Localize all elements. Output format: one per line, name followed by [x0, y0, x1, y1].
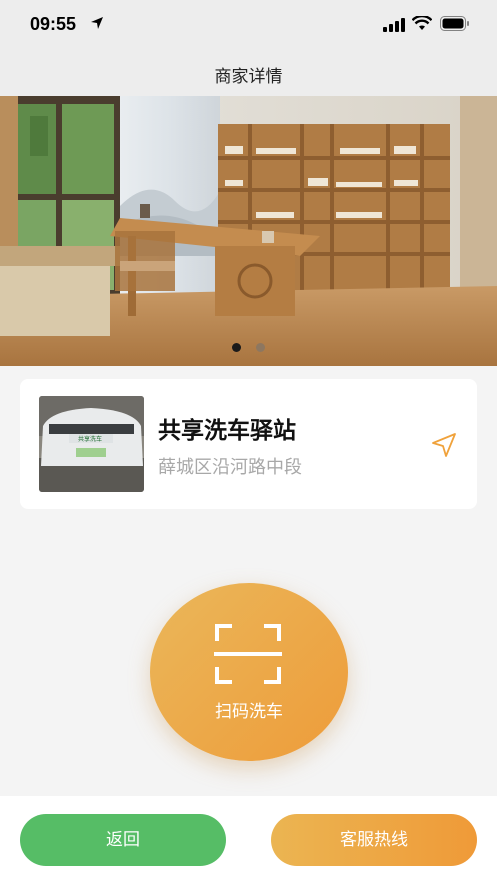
- carousel-indicator: [0, 337, 497, 356]
- scan-icon: [214, 624, 282, 684]
- scan-wash-label: 扫码洗车: [215, 702, 283, 722]
- status-time: 09:55: [30, 14, 77, 34]
- back-button[interactable]: 返回: [20, 814, 226, 866]
- merchant-thumbnail: 共享洗车: [39, 396, 144, 492]
- carousel-dot-1[interactable]: [231, 343, 241, 352]
- bottom-action-bar: 返回 客服热线: [0, 796, 497, 883]
- navigate-icon[interactable]: [430, 431, 458, 459]
- merchant-card: 共享洗车 共享洗车驿站 薛城区沿河路中段: [20, 379, 477, 509]
- signal-icon: [383, 18, 405, 32]
- wifi-icon: [412, 16, 432, 30]
- page-title: 商家详情: [214, 67, 283, 87]
- merchant-address: 薛城区沿河路中段: [158, 457, 302, 478]
- battery-icon: [440, 16, 469, 31]
- status-bar: 09:55: [0, 0, 497, 50]
- banner-carousel[interactable]: [0, 96, 497, 366]
- banner-image: [0, 96, 497, 366]
- carousel-dot-2[interactable]: [256, 343, 266, 352]
- location-arrow-icon: [91, 17, 103, 29]
- thumb-plate-text: 共享洗车: [77, 436, 102, 443]
- navigation-bar: 商家详情: [0, 50, 497, 96]
- merchant-name: 共享洗车驿站: [158, 418, 296, 444]
- scan-wash-button[interactable]: 扫码洗车: [150, 583, 348, 761]
- customer-service-button[interactable]: 客服热线: [271, 814, 477, 866]
